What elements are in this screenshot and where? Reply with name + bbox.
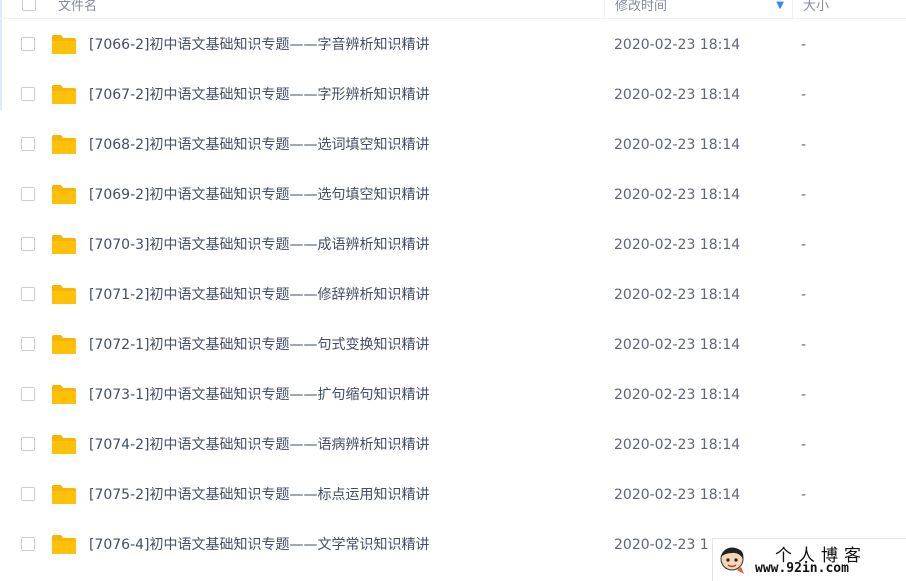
file-list-page: 文件名 修改时间 ▼ 大小 [7066-2]初中语文基础知识专题——字音辨析知识… [0,0,906,581]
header-mtime-column[interactable]: 修改时间 ▼ [604,0,792,18]
file-mtime: 2020-02-23 18:14 [614,337,741,353]
row-checkbox[interactable] [21,137,35,151]
header-mtime-label: 修改时间 [615,0,668,14]
file-size: - [801,87,807,103]
file-name[interactable]: [7067-2]初中语文基础知识专题——字形辨析知识精讲 [89,70,430,120]
folder-icon [52,35,76,54]
file-size: - [801,487,807,503]
folder-icon [52,185,76,204]
file-size: - [801,237,807,253]
row-checkbox[interactable] [21,537,35,551]
site-watermark: 个人博客 www.92in.com [712,538,906,581]
file-row[interactable]: [7073-1]初中语文基础知识专题——扩句缩句知识精讲 2020-02-23 1… [0,370,906,420]
folder-icon [52,385,76,404]
file-row[interactable]: [7074-2]初中语文基础知识专题——语病辨析知识精讲 2020-02-23 1… [0,420,906,470]
file-size: - [801,387,807,403]
file-mtime: 2020-02-23 18:14 [614,87,741,103]
file-name[interactable]: [7071-2]初中语文基础知识专题——修辞辨析知识精讲 [89,270,430,320]
row-checkbox[interactable] [21,287,35,301]
file-row[interactable]: [7075-2]初中语文基础知识专题——标点运用知识精讲 2020-02-23 1… [0,470,906,520]
file-mtime: 2020-02-23 18:14 [614,487,741,503]
row-checkbox[interactable] [21,37,35,51]
folder-icon [52,535,76,554]
file-mtime: 2020-02-23 18:14 [614,37,741,53]
row-checkbox[interactable] [21,237,35,251]
file-row[interactable]: [7066-2]初中语文基础知识专题——字音辨析知识精讲 2020-02-23 1… [0,20,906,70]
header-select-all-cell [22,0,40,18]
file-name[interactable]: [7074-2]初中语文基础知识专题——语病辨析知识精讲 [89,420,430,470]
file-name[interactable]: [7066-2]初中语文基础知识专题——字音辨析知识精讲 [89,20,430,70]
file-mtime: 2020-02-23 18:14 [614,437,741,453]
file-row[interactable]: [7071-2]初中语文基础知识专题——修辞辨析知识精讲 2020-02-23 1… [0,270,906,320]
folder-icon [52,435,76,454]
row-checkbox[interactable] [21,437,35,451]
file-name[interactable]: [7068-2]初中语文基础知识专题——选词填空知识精讲 [89,120,430,170]
cartoon-avatar-icon [720,547,744,574]
folder-icon [52,85,76,104]
row-checkbox[interactable] [21,337,35,351]
file-size: - [801,37,807,53]
header-size-column[interactable]: 大小 [792,0,906,18]
file-mtime: 2020-02-23 1 [614,537,709,553]
file-row[interactable]: [7070-3]初中语文基础知识专题——成语辨析知识精讲 2020-02-23 1… [0,220,906,270]
folder-icon [52,335,76,354]
file-list: [7066-2]初中语文基础知识专题——字音辨析知识精讲 2020-02-23 1… [0,20,906,570]
file-name[interactable]: [7076-4]初中语文基础知识专题——文学常识知识精讲 [89,520,430,570]
file-mtime: 2020-02-23 18:14 [614,137,741,153]
header-size-label: 大小 [803,0,830,14]
row-checkbox[interactable] [21,187,35,201]
folder-icon [52,135,76,154]
sort-down-icon[interactable]: ▼ [776,0,784,11]
file-size: - [801,187,807,203]
file-size: - [801,337,807,353]
file-size: - [801,287,807,303]
row-checkbox[interactable] [21,387,35,401]
file-mtime: 2020-02-23 18:14 [614,387,741,403]
file-name[interactable]: [7075-2]初中语文基础知识专题——标点运用知识精讲 [89,470,430,520]
file-row[interactable]: [7068-2]初中语文基础知识专题——选词填空知识精讲 2020-02-23 1… [0,120,906,170]
folder-icon [52,285,76,304]
folder-icon [52,235,76,254]
file-size: - [801,137,807,153]
watermark-url: www.92in.com [755,561,849,576]
file-name[interactable]: [7069-2]初中语文基础知识专题——选句填空知识精讲 [89,170,430,220]
file-mtime: 2020-02-23 18:14 [614,287,741,303]
file-list-header: 文件名 修改时间 ▼ 大小 [0,0,906,19]
header-name-label: 文件名 [58,0,98,14]
row-checkbox[interactable] [21,87,35,101]
file-size: - [801,437,807,453]
file-row[interactable]: [7069-2]初中语文基础知识专题——选句填空知识精讲 2020-02-23 1… [0,170,906,220]
file-name[interactable]: [7073-1]初中语文基础知识专题——扩句缩句知识精讲 [89,370,430,420]
folder-icon [52,485,76,504]
file-row[interactable]: [7067-2]初中语文基础知识专题——字形辨析知识精讲 2020-02-23 1… [0,70,906,120]
select-all-checkbox[interactable] [22,0,36,11]
file-row[interactable]: [7072-1]初中语文基础知识专题——句式变换知识精讲 2020-02-23 1… [0,320,906,370]
file-mtime: 2020-02-23 18:14 [614,237,741,253]
file-name[interactable]: [7070-3]初中语文基础知识专题——成语辨析知识精讲 [89,220,430,270]
file-name[interactable]: [7072-1]初中语文基础知识专题——句式变换知识精讲 [89,320,430,370]
header-name-column[interactable]: 文件名 [58,0,97,18]
file-mtime: 2020-02-23 18:14 [614,187,741,203]
row-checkbox[interactable] [21,487,35,501]
